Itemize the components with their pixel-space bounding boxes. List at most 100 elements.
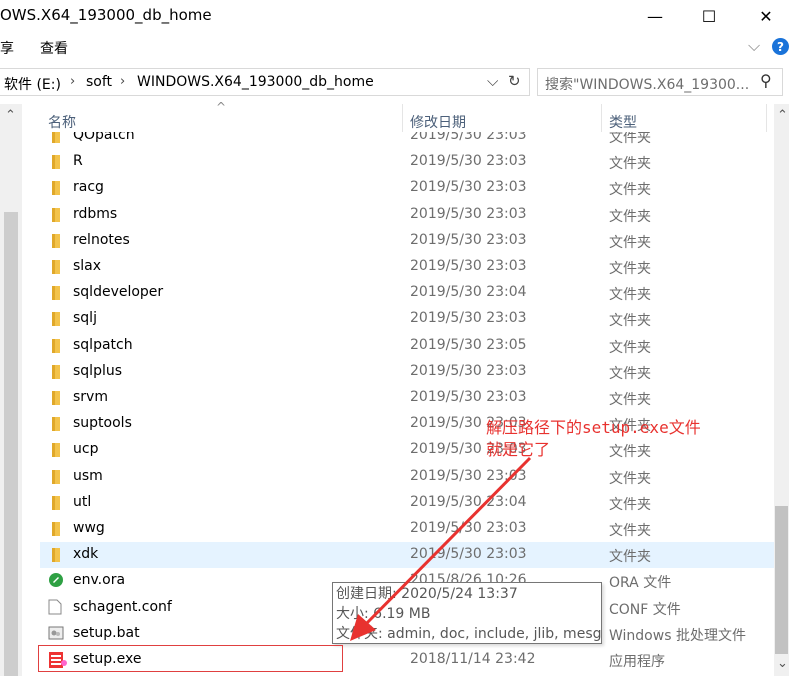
file-name: utl	[73, 493, 92, 510]
scroll-up-icon[interactable]: ⌃	[777, 108, 788, 123]
file-row[interactable]: sqlpatch 2019/5/30 23:05 文件夹	[40, 333, 774, 359]
file-row[interactable]: srvm 2019/5/30 23:03 文件夹	[40, 385, 774, 411]
help-icon[interactable]: ?	[772, 38, 789, 55]
file-date: 2019/5/30 23:03	[410, 258, 527, 274]
nav-scroll-up-icon[interactable]: ⌃	[5, 108, 16, 123]
annotation-text: 解压路径下的setup.exe文件 就是它了	[486, 417, 701, 461]
file-type: 文件夹	[609, 549, 651, 566]
column-header-name[interactable]: 名称	[48, 112, 76, 132]
ribbon	[0, 32, 789, 62]
file-date: 2019/5/30 23:03	[410, 153, 527, 170]
file-type: 文件夹	[609, 132, 651, 146]
file-type: 文件夹	[609, 261, 651, 277]
search-icon[interactable]: ⚲	[760, 71, 772, 90]
file-date: 2019/5/30 23:03	[410, 310, 527, 327]
folder-icon	[51, 180, 61, 196]
file-name: ucp	[73, 441, 99, 458]
file-row[interactable]: sqlplus 2019/5/30 23:03 文件夹	[40, 359, 774, 385]
scroll-down-icon[interactable]: ⌄	[777, 656, 788, 671]
file-date: 2019/5/30 23:03	[410, 179, 527, 196]
breadcrumb-soft[interactable]: soft	[86, 74, 112, 90]
column-divider[interactable]	[601, 104, 602, 132]
file-type: 文件夹	[609, 392, 651, 408]
close-button[interactable]: ✕	[743, 0, 789, 32]
tab-share[interactable]: 享	[0, 38, 14, 58]
maximize-button[interactable]: ☐	[686, 0, 732, 32]
nav-pane-scroll-thumb[interactable]	[4, 212, 18, 676]
folder-icon	[51, 547, 61, 563]
ribbon-expand-icon[interactable]: ⌵	[748, 36, 760, 56]
refresh-icon[interactable]: ↻	[508, 72, 521, 90]
highlight-box	[38, 645, 343, 672]
file-name: QOpatch	[73, 132, 135, 143]
file-row[interactable]: rdbms 2019/5/30 23:03 文件夹	[40, 202, 774, 228]
file-type: 文件夹	[609, 470, 651, 487]
close-icon: ✕	[759, 6, 773, 26]
folder-icon	[51, 416, 61, 432]
file-row[interactable]: R 2019/5/30 23:03 文件夹	[40, 149, 774, 175]
file-type: 文件夹	[609, 182, 651, 199]
folder-icon	[51, 442, 61, 458]
file-row[interactable]: sqldeveloper 2019/5/30 23:04 文件夹	[40, 280, 774, 306]
file-name: usm	[73, 467, 103, 484]
tooltip-created: 创建日期: 2020/5/24 13:37	[336, 586, 518, 602]
window-title: OWS.X64_193000_db_home	[0, 6, 212, 24]
folder-icon	[51, 207, 61, 223]
folder-icon	[51, 338, 61, 354]
batch-file-icon	[48, 625, 68, 641]
file-date: 2019/5/30 23:03	[410, 205, 527, 222]
file-date: 2019/5/30 23:04	[410, 493, 527, 510]
tooltip-size: 大小: 6.19 MB	[336, 606, 431, 622]
minimize-icon: —	[647, 6, 663, 26]
folder-icon	[51, 233, 61, 249]
folder-icon	[51, 495, 61, 511]
file-row[interactable]: sqlj 2019/5/30 23:03 文件夹	[40, 306, 774, 332]
file-date: 2019/5/30 23:03	[410, 520, 527, 536]
file-date: 2019/5/30 23:04	[410, 284, 527, 301]
breadcrumb-current[interactable]: WINDOWS.X64_193000_db_home	[137, 74, 374, 90]
file-row[interactable]: racg 2019/5/30 23:03 文件夹	[40, 175, 774, 201]
file-type: 文件夹	[609, 365, 651, 382]
folder-icon	[51, 469, 61, 485]
tab-view[interactable]: 查看	[40, 38, 68, 58]
column-divider[interactable]	[402, 104, 403, 132]
breadcrumb-drive[interactable]: 软件 (E:)	[4, 74, 61, 94]
file-date: 2019/5/30 23:03	[410, 546, 527, 563]
file-type: 文件夹	[609, 313, 651, 330]
file-row[interactable]: slax 2019/5/30 23:03 文件夹	[40, 254, 774, 280]
file-row[interactable]: usm 2019/5/30 23:03 文件夹	[40, 464, 774, 490]
file-name: relnotes	[73, 231, 130, 248]
column-divider[interactable]	[766, 104, 767, 132]
file-type: 文件夹	[609, 156, 651, 173]
folder-icon	[51, 311, 61, 327]
file-row[interactable]: wwg 2019/5/30 23:03 文件夹	[40, 516, 774, 542]
file-date: 2019/5/30 23:03	[410, 362, 527, 379]
minimize-button[interactable]: —	[632, 0, 678, 32]
file-type: CONF 文件	[609, 601, 681, 618]
file-row[interactable]: utl 2019/5/30 23:04 文件夹	[40, 490, 774, 516]
file-type: 文件夹	[609, 208, 651, 225]
file-list-scroll-thumb[interactable]	[775, 506, 788, 654]
file-name: setup.bat	[73, 624, 140, 641]
column-header-type[interactable]: 类型	[609, 112, 637, 132]
breadcrumb-separator[interactable]: ›	[70, 74, 75, 89]
address-dropdown-icon[interactable]: ⌵	[487, 72, 498, 90]
folder-icon	[51, 154, 61, 170]
file-date: 2019/5/30 23:03	[410, 231, 527, 248]
breadcrumb-separator[interactable]: ›	[120, 74, 125, 89]
annotation-line-1: 解压路径下的setup.exe文件	[486, 418, 701, 437]
file-name: slax	[73, 258, 102, 274]
file-row[interactable]: relnotes 2019/5/30 23:03 文件夹	[40, 228, 774, 254]
annotation-line-2: 就是它了	[486, 440, 551, 459]
file-type: Windows 批处理文件	[609, 627, 746, 644]
file-row[interactable]: QOpatch 2019/5/30 23:03 文件夹	[40, 132, 774, 149]
ora-file-icon	[48, 572, 68, 588]
file-row[interactable]: xdk 2019/5/30 23:03 文件夹	[40, 542, 774, 569]
search-placeholder: 搜索"WINDOWS.X64_19300...	[545, 77, 750, 93]
file-name: sqlplus	[73, 362, 123, 379]
file-type: 文件夹	[609, 234, 651, 251]
file-type: 文件夹	[609, 287, 651, 304]
file-name: env.ora	[73, 572, 126, 589]
folder-icon	[51, 285, 61, 301]
column-header-date[interactable]: 修改日期	[410, 112, 466, 132]
